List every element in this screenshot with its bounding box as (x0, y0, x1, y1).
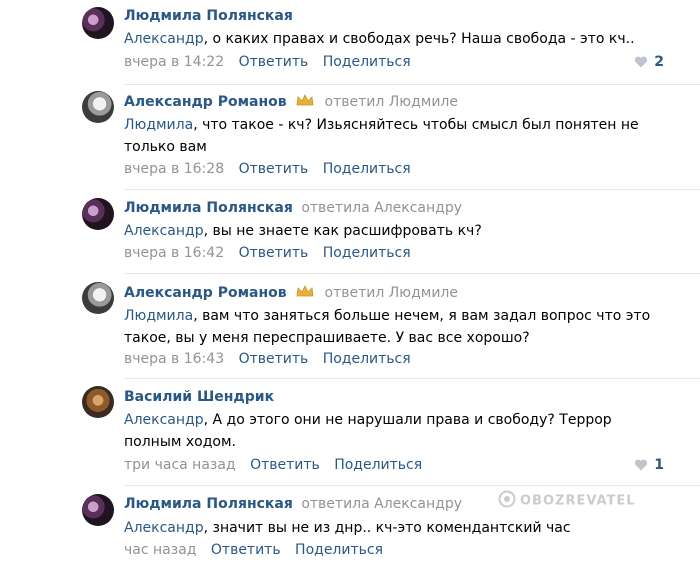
reply-addressee[interactable]: Александр (124, 520, 204, 536)
reply-addressee[interactable]: Александр (124, 31, 204, 47)
replied-to[interactable]: ответила Александру (301, 496, 462, 512)
reply-addressee[interactable]: Людмила (124, 117, 193, 133)
reply-button[interactable]: Ответить (211, 542, 281, 558)
reply-addressee[interactable]: Александр (124, 223, 204, 239)
reply-button[interactable]: Ответить (239, 351, 309, 367)
reply-addressee[interactable]: Людмила (124, 308, 193, 324)
comment-author[interactable]: Александр Романов (124, 94, 287, 110)
comment-author[interactable]: Александр Романов (124, 285, 287, 301)
crown-icon (296, 94, 314, 110)
comment-author[interactable]: Людмила Полянская (124, 200, 293, 216)
like-count: 2 (654, 54, 664, 70)
watermark-text: OBOZREVATEL (520, 493, 636, 509)
replied-to[interactable]: ответил Людмиле (325, 285, 458, 301)
share-button[interactable]: Поделиться (323, 245, 411, 261)
comment-text: , вы не знаете как расшифровать кч? (203, 223, 482, 239)
reply-button[interactable]: Ответить (250, 457, 320, 473)
comment-author[interactable]: Василий Шендрик (124, 389, 274, 405)
reply-button[interactable]: Ответить (239, 54, 309, 70)
comment-time[interactable]: вчера в 14:22 (124, 54, 224, 70)
comment-time[interactable]: час назад (124, 542, 196, 558)
share-button[interactable]: Поделиться (323, 54, 411, 70)
heart-icon (634, 459, 648, 475)
avatar[interactable] (82, 91, 114, 123)
comment-time[interactable]: три часа назад (124, 457, 236, 473)
avatar[interactable] (82, 494, 114, 526)
comment-text: , что такое - кч? Изьясняйтесь чтобы смы… (124, 117, 639, 155)
replied-to[interactable]: ответил Людмиле (325, 94, 458, 110)
share-button[interactable]: Поделиться (323, 161, 411, 177)
comment-time[interactable]: вчера в 16:28 (124, 161, 224, 177)
crown-icon (296, 285, 314, 301)
reply-addressee[interactable]: Александр (124, 412, 204, 428)
comment-text: , значит вы не из днр.. кч-это комендант… (203, 520, 571, 536)
avatar[interactable] (82, 198, 114, 230)
like-button[interactable]: 2 (634, 54, 664, 72)
comment-author[interactable]: Людмила Полянская (124, 8, 293, 24)
comment-time[interactable]: вчера в 16:42 (124, 245, 224, 261)
watermark-logo-icon (498, 490, 516, 512)
share-button[interactable]: Поделиться (295, 542, 383, 558)
divider (124, 378, 700, 379)
share-button[interactable]: Поделиться (334, 457, 422, 473)
replied-to[interactable]: ответила Александру (301, 200, 462, 216)
avatar[interactable] (82, 282, 114, 314)
heart-icon (634, 56, 648, 72)
avatar[interactable] (82, 386, 114, 418)
divider (124, 485, 700, 486)
like-button[interactable]: 1 (634, 457, 664, 475)
divider (124, 189, 700, 190)
comment-text: , о каких правах и свободах речь? Наша с… (203, 31, 635, 47)
share-button[interactable]: Поделиться (323, 351, 411, 367)
comment-text: , вам что заняться больше нечем, я вам з… (124, 308, 651, 346)
watermark: OBOZREVATEL (498, 490, 636, 512)
reply-button[interactable]: Ответить (239, 245, 309, 261)
avatar[interactable] (82, 7, 114, 39)
comment-time[interactable]: вчера в 16:43 (124, 351, 224, 367)
divider (124, 84, 700, 85)
reply-button[interactable]: Ответить (239, 161, 309, 177)
like-count: 1 (654, 457, 664, 473)
comment-author[interactable]: Людмила Полянская (124, 496, 293, 512)
divider (124, 273, 700, 274)
